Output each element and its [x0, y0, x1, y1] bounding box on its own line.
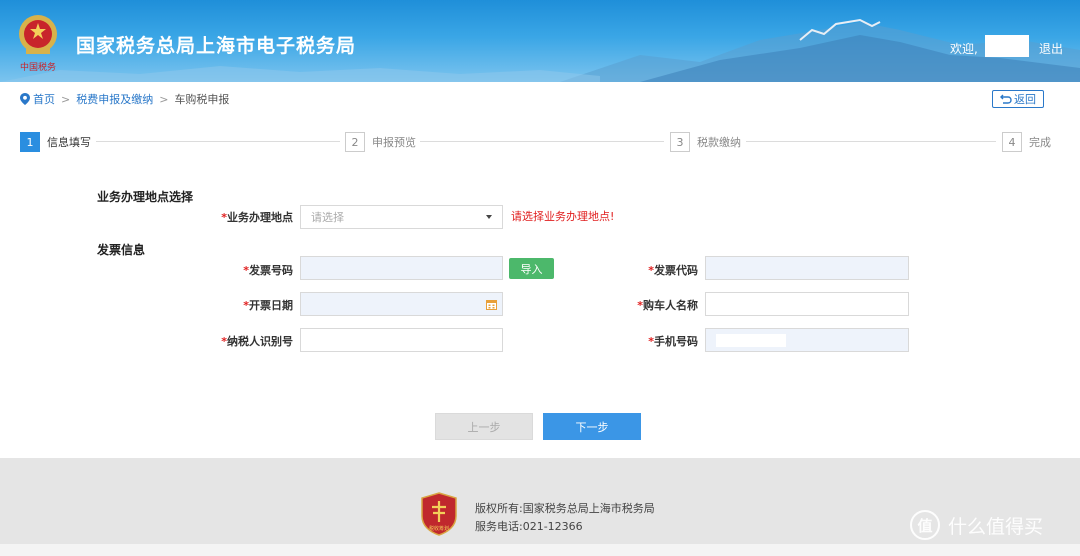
step-label: 税款缴纳 [697, 136, 741, 149]
buyer-name-label: *购车人名称 [637, 299, 698, 312]
step-number: 1 [20, 132, 40, 152]
location-error-message: 请选择业务办理地点! [511, 210, 615, 223]
location-select[interactable]: 请选择 [300, 205, 503, 229]
step-number: 3 [670, 132, 690, 152]
calendar-icon[interactable] [486, 299, 497, 310]
progress-steps: 1 信息填写 2 申报预览 3 税款缴纳 4 完成 [0, 130, 1080, 154]
bottom-strip [0, 544, 1080, 556]
phone-label: *手机号码 [648, 335, 698, 348]
taxpayer-id-input[interactable] [300, 328, 503, 352]
location-pin-icon [20, 93, 30, 105]
invoice-code-label: *发票代码 [648, 264, 698, 277]
service-phone-text: 服务电话:021-12366 [475, 520, 583, 533]
step-connector [746, 141, 996, 142]
invoice-number-label: *发票号码 [243, 264, 293, 277]
back-button[interactable]: 返回 [992, 90, 1044, 108]
issue-date-label: *开票日期 [243, 299, 293, 312]
copyright-text: 版权所有:国家税务总局上海市税务局 [475, 502, 655, 515]
watermark-text: 什么值得买 [948, 515, 1044, 538]
tax-shield-logo-icon: 税收筹划 [421, 492, 457, 536]
site-title: 国家税务总局上海市电子税务局 [76, 35, 357, 57]
breadcrumb-separator: > [159, 92, 169, 106]
breadcrumb: 首页 > 税费申报及缴纳 > 车购税申报 [20, 91, 229, 107]
svg-text:中国税务: 中国税务 [20, 61, 56, 73]
smzdm-watermark: 值 什么值得买 [910, 510, 1043, 540]
step-connector [96, 141, 340, 142]
site-header: 中国税务 国家税务总局上海市电子税务局 欢迎, 退出 [0, 0, 1080, 82]
prev-step-button[interactable]: 上一步 [435, 413, 533, 440]
step-label: 信息填写 [47, 136, 91, 149]
step-label: 申报预览 [372, 136, 416, 149]
return-arrow-icon [1000, 94, 1012, 104]
step-number: 4 [1002, 132, 1022, 152]
breadcrumb-current: 车购税申报 [174, 93, 230, 106]
location-section-title: 业务办理地点选择 [97, 190, 194, 204]
breadcrumb-tax-declaration[interactable]: 税费申报及缴纳 [76, 91, 153, 107]
chevron-down-icon [486, 215, 492, 219]
location-label: *业务办理地点 [221, 211, 293, 224]
step-label: 完成 [1029, 136, 1051, 149]
breadcrumb-separator: > [61, 92, 71, 106]
logout-link[interactable]: 退出 [1039, 40, 1063, 57]
buyer-name-input[interactable] [705, 292, 909, 316]
next-step-button[interactable]: 下一步 [543, 413, 641, 440]
username-redacted [985, 35, 1029, 57]
taxpayer-id-label: *纳税人识别号 [221, 335, 293, 348]
back-button-label: 返回 [1014, 93, 1036, 106]
invoice-number-input[interactable] [300, 256, 503, 280]
welcome-text: 欢迎, [950, 42, 978, 56]
import-button[interactable]: 导入 [509, 258, 554, 279]
svg-text:税收筹划: 税收筹划 [429, 525, 449, 532]
invoice-code-input[interactable] [705, 256, 909, 280]
step-preview: 2 申报预览 [345, 132, 416, 152]
breadcrumb-home[interactable]: 首页 [33, 91, 55, 107]
step-complete: 4 完成 [1002, 132, 1051, 152]
step-info-fill: 1 信息填写 [20, 132, 91, 152]
invoice-section-title: 发票信息 [97, 243, 146, 257]
step-connector [420, 141, 664, 142]
tax-emblem-icon: 中国税务 [19, 15, 57, 73]
phone-redacted [716, 334, 786, 347]
watermark-logo-icon: 值 [910, 510, 940, 540]
phone-input[interactable] [705, 328, 909, 352]
location-placeholder: 请选择 [311, 211, 344, 224]
step-payment: 3 税款缴纳 [670, 132, 741, 152]
step-number: 2 [345, 132, 365, 152]
issue-date-input[interactable] [300, 292, 503, 316]
